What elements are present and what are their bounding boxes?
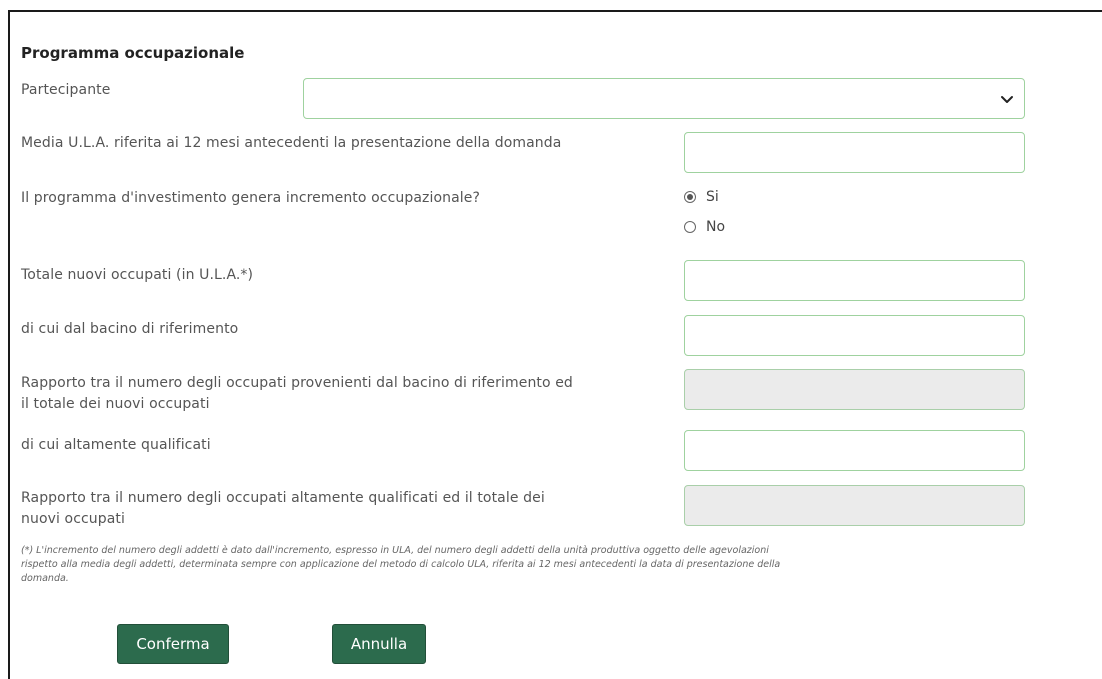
confirm-button[interactable]: Conferma	[117, 624, 229, 664]
totale-input[interactable]	[684, 260, 1025, 301]
footnote-line2: rispetto alla media degli addetti, deter…	[21, 559, 781, 570]
section-title: Programma occupazionale	[21, 44, 245, 62]
radio-option-si[interactable]: Si	[684, 189, 719, 205]
radio-option-no[interactable]: No	[684, 219, 725, 235]
cancel-button[interactable]: Annulla	[332, 624, 426, 664]
rapporto-bacino-label-line2: il totale dei nuovi occupati	[21, 396, 210, 412]
totale-label: Totale nuovi occupati (in U.L.A.*)	[21, 267, 254, 283]
radio-no-label: No	[706, 219, 726, 235]
rapporto-qualificati-input	[684, 485, 1025, 526]
media-ula-input[interactable]	[684, 132, 1025, 173]
bacino-label: di cui dal bacino di riferimento	[21, 321, 239, 337]
rapporto-qualificati-label-line2: nuovi occupati	[21, 511, 126, 527]
footnote-line1: (*) L'incremento del numero degli addett…	[21, 545, 769, 556]
radio-si-button[interactable]	[684, 191, 696, 203]
rapporto-qualificati-label-line1: Rapporto tra il numero degli occupati al…	[21, 490, 545, 506]
rapporto-bacino-label: Rapporto tra il numero degli occupati pr…	[21, 373, 573, 415]
media-ula-label: Media U.L.A. riferita ai 12 mesi anteced…	[21, 135, 562, 151]
rapporto-bacino-input	[684, 369, 1025, 410]
qualificati-label: di cui altamente qualificati	[21, 437, 211, 453]
footnote: (*) L'incremento del numero degli addett…	[21, 544, 921, 586]
footnote-line3: domanda.	[21, 573, 69, 584]
radio-no-button[interactable]	[684, 221, 696, 233]
rapporto-qualificati-label: Rapporto tra il numero degli occupati al…	[21, 488, 545, 530]
incremento-label: Il programma d'investimento genera incre…	[21, 190, 481, 206]
rapporto-bacino-label-line1: Rapporto tra il numero degli occupati pr…	[21, 375, 573, 391]
chevron-down-icon	[1001, 96, 1013, 103]
qualificati-input[interactable]	[684, 430, 1025, 471]
bacino-input[interactable]	[684, 315, 1025, 356]
radio-si-label: Si	[706, 189, 719, 205]
participant-select[interactable]	[303, 78, 1025, 119]
participant-label: Partecipante	[21, 82, 111, 98]
